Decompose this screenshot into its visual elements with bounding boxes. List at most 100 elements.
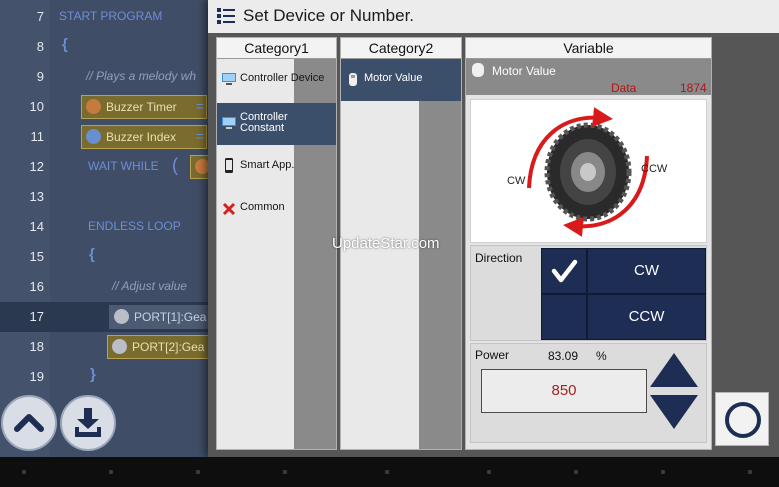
cw-check-toggle[interactable] bbox=[541, 248, 587, 294]
line-number: 7 bbox=[36, 9, 44, 24]
index-icon bbox=[86, 129, 101, 144]
code-line[interactable]: 16 // Adjust value bbox=[0, 272, 208, 302]
port1-block[interactable]: PORT[1]:Gea bbox=[109, 305, 215, 329]
watermark: UpdateStar.com bbox=[332, 235, 440, 252]
code-line[interactable]: 8 { bbox=[0, 32, 208, 62]
category1-item-label: Controller Device bbox=[240, 72, 325, 84]
ccw-check-toggle[interactable] bbox=[541, 294, 587, 340]
increase-button[interactable] bbox=[649, 352, 699, 388]
nav-dot bbox=[487, 470, 491, 474]
line-number: 13 bbox=[29, 189, 44, 204]
data-label: Data bbox=[611, 81, 637, 95]
tire-rotation-icon: CW CCW bbox=[507, 107, 668, 237]
direction-panel: Direction CW CCW bbox=[470, 245, 707, 341]
code-line[interactable]: 10 Buzzer Timer = bbox=[0, 92, 208, 122]
category2-header: Category2 bbox=[341, 38, 461, 59]
code-line[interactable]: 18 PORT[2]:Gea bbox=[0, 332, 213, 362]
nav-dot bbox=[283, 470, 287, 474]
nav-dot bbox=[196, 470, 200, 474]
smartphone-icon bbox=[225, 158, 233, 173]
nav-dot bbox=[109, 470, 113, 474]
variable-header: Variable bbox=[466, 38, 711, 59]
category1-item-smart-app[interactable]: Smart App. bbox=[217, 146, 342, 188]
dialog-title: Set Device or Number. bbox=[243, 6, 415, 25]
circle-icon bbox=[725, 402, 761, 438]
code-line[interactable]: 13 bbox=[0, 182, 208, 212]
line-number: 12 bbox=[29, 159, 44, 174]
port1-label: PORT[1]:Gea bbox=[134, 310, 207, 324]
line-number: 9 bbox=[36, 69, 44, 84]
equals-sign: = bbox=[196, 128, 205, 144]
brace-open: { bbox=[62, 36, 68, 53]
code-line[interactable]: 15 { bbox=[0, 242, 208, 272]
line-number: 15 bbox=[29, 249, 44, 264]
line-number: 19 bbox=[29, 369, 44, 384]
buzzer-index-variable[interactable]: Buzzer Index bbox=[81, 125, 207, 149]
endless-loop-statement[interactable]: ENDLESS LOOP bbox=[88, 219, 181, 233]
motor-icon bbox=[472, 63, 484, 77]
condition-block[interactable] bbox=[190, 155, 210, 179]
equals-sign: = bbox=[196, 98, 205, 114]
download-icon bbox=[75, 408, 101, 437]
ccw-button[interactable]: CCW bbox=[587, 294, 706, 340]
power-label: Power bbox=[475, 348, 510, 362]
line-number: 17 bbox=[29, 309, 44, 324]
buzzer-index-label: Buzzer Index bbox=[106, 130, 177, 144]
cw-illustration-label: CW bbox=[507, 175, 526, 187]
motor-icon bbox=[349, 73, 357, 86]
category1-item-common[interactable]: Common bbox=[217, 188, 342, 230]
motor-icon bbox=[112, 339, 127, 354]
cw-button[interactable]: CW bbox=[587, 248, 706, 294]
scroll-up-button[interactable] bbox=[1, 395, 57, 451]
code-line[interactable]: 19 } bbox=[0, 362, 208, 392]
category1-column: Category1 Controller Device Controller C… bbox=[216, 37, 337, 450]
code-line-selected[interactable]: 17 PORT[1]:Gea bbox=[0, 302, 215, 332]
confirm-button[interactable] bbox=[715, 392, 769, 446]
buzzer-icon bbox=[86, 99, 101, 114]
buzzer-timer-label: Buzzer Timer bbox=[106, 100, 177, 114]
decrease-button[interactable] bbox=[649, 394, 699, 430]
category1-item-controller-constant[interactable]: Controller Constant bbox=[217, 103, 336, 145]
brace-open: { bbox=[89, 246, 95, 263]
category2-item-motor-value[interactable]: Motor Value bbox=[341, 59, 461, 101]
code-line[interactable]: 12 WAIT WHILE ( bbox=[0, 152, 210, 182]
dialog-title-bar: Set Device or Number. bbox=[208, 0, 779, 33]
checkmark-icon bbox=[551, 259, 578, 283]
buzzer-timer-variable[interactable]: Buzzer Timer bbox=[81, 95, 207, 119]
category1-item-label: Smart App. bbox=[240, 159, 295, 171]
nav-dot bbox=[661, 470, 665, 474]
list-icon bbox=[217, 8, 235, 24]
chevron-up-icon bbox=[14, 414, 44, 432]
set-device-dialog: Set Device or Number. Category1 Controll… bbox=[208, 0, 779, 457]
port2-block[interactable]: PORT[2]:Gea bbox=[107, 335, 213, 359]
code-line[interactable]: 11 Buzzer Index = bbox=[0, 122, 208, 152]
system-navigation-bar bbox=[0, 457, 779, 487]
start-program-statement[interactable]: START PROGRAM bbox=[59, 9, 162, 23]
download-button[interactable] bbox=[60, 395, 116, 451]
motor-direction-illustration: CW CCW bbox=[470, 99, 707, 243]
line-number: 16 bbox=[29, 279, 44, 294]
x-icon bbox=[222, 202, 236, 216]
code-line[interactable]: 14 ENDLESS LOOP bbox=[0, 212, 208, 242]
wait-while-statement[interactable]: WAIT WHILE bbox=[88, 159, 159, 173]
category2-item-label: Motor Value bbox=[364, 72, 423, 84]
monitor-icon bbox=[222, 117, 236, 129]
power-unit: % bbox=[596, 349, 607, 363]
code-line[interactable]: 7 START PROGRAM bbox=[0, 2, 208, 32]
variable-info-strip: Motor Value Data 1874 bbox=[466, 59, 711, 95]
power-percent: 83.09 bbox=[548, 349, 579, 363]
comment-melody[interactable]: // Plays a melody wh bbox=[86, 69, 196, 83]
power-value-input[interactable]: 850 bbox=[481, 369, 647, 413]
category1-header: Category1 bbox=[217, 38, 336, 59]
comment-adjust[interactable]: // Adjust value bbox=[112, 279, 187, 293]
brace-close: } bbox=[90, 366, 96, 383]
nav-dot bbox=[385, 470, 389, 474]
category1-item-label: Common bbox=[240, 201, 285, 213]
dialog-body: Category1 Controller Device Controller C… bbox=[208, 33, 779, 457]
line-number: 8 bbox=[36, 39, 44, 54]
nav-dot bbox=[574, 470, 578, 474]
data-value: 1874 bbox=[680, 81, 707, 95]
category1-item-controller-device[interactable]: Controller Device bbox=[217, 59, 342, 101]
code-line[interactable]: 9 // Plays a melody wh bbox=[0, 62, 208, 92]
category2-list: Motor Value bbox=[341, 59, 461, 449]
